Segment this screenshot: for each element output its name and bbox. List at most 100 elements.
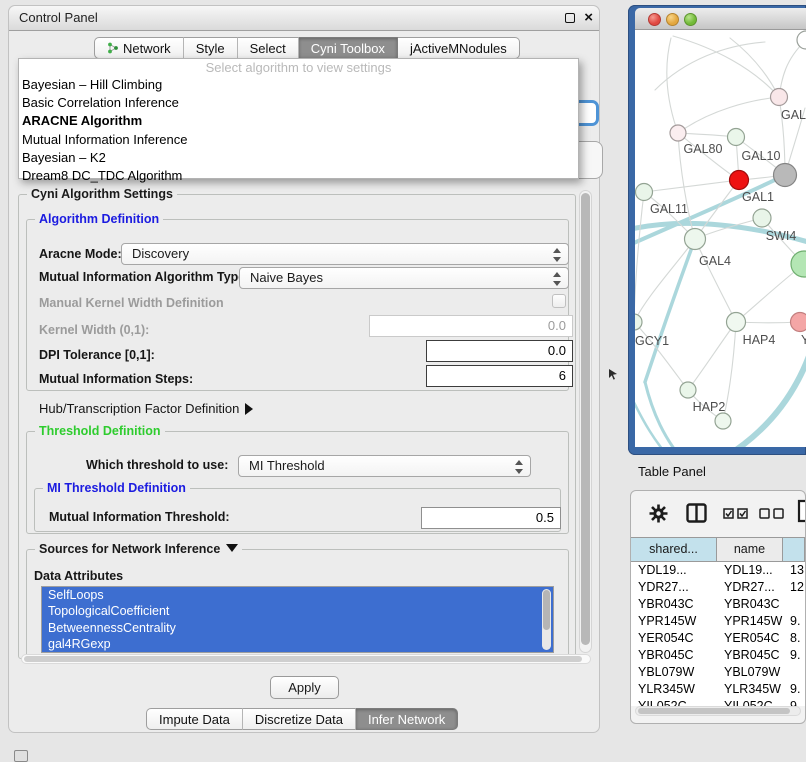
network-edge[interactable]	[635, 239, 695, 322]
mi-steps-field[interactable]: 6	[426, 365, 573, 387]
which-threshold-combo[interactable]: MI Threshold	[238, 455, 531, 477]
table-cell[interactable]: 8.	[783, 630, 805, 647]
network-edge[interactable]	[688, 322, 736, 390]
minimize-traffic-light-icon[interactable]	[666, 13, 679, 26]
table-row[interactable]: YIL052CYIL052C9	[631, 698, 805, 706]
hub-section-toggle[interactable]: Hub/Transcription Factor Definition	[39, 401, 253, 416]
network-node-y[interactable]	[791, 313, 806, 332]
network-node[interactable]	[797, 31, 806, 49]
tab-jactivemnodules[interactable]: jActiveMNodules	[398, 37, 520, 59]
sources-group-title[interactable]: Sources for Network Inference	[35, 542, 242, 556]
table-horizontal-scrollbar[interactable]	[635, 706, 801, 716]
tab-network[interactable]: Network	[94, 37, 184, 59]
algorithm-option-basic-correlation-inference[interactable]: Basic Correlation Inference	[19, 94, 578, 112]
new-table-icon[interactable]	[797, 499, 806, 523]
table-cell[interactable]: YBL079W	[717, 664, 783, 681]
network-node-gcy1[interactable]	[635, 314, 642, 330]
select-all-checkboxes-icon[interactable]	[723, 508, 749, 519]
data-attributes-list[interactable]: SelfLoopsTopologicalCoefficientBetweenne…	[41, 586, 554, 653]
attribute-item-selfloops[interactable]: SelfLoops	[42, 587, 553, 603]
table-cell[interactable]: YBR043C	[717, 596, 783, 613]
dpi-tolerance-field[interactable]: 0.0	[426, 340, 573, 362]
tab-discretize-data[interactable]: Discretize Data	[243, 708, 356, 730]
split-columns-icon[interactable]	[686, 503, 707, 523]
network-edge[interactable]	[727, 356, 806, 447]
algorithm-option-aracne-algorithm[interactable]: ARACNE Algorithm	[19, 112, 578, 130]
control-panel-titlebar[interactable]: Control Panel ×	[9, 6, 599, 31]
network-edge[interactable]	[645, 239, 695, 382]
network-canvas[interactable]: GALGAL80GAL10GAL1GAL11SWI4GAL4GCY1HAP4YH…	[635, 30, 806, 447]
table-cell[interactable]: YBL079W	[631, 664, 717, 681]
algorithm-option-mutual-information-inference[interactable]: Mutual Information Inference	[19, 131, 578, 149]
zoom-traffic-light-icon[interactable]	[684, 13, 697, 26]
table-cell[interactable]: YDL19...	[717, 562, 783, 579]
table-row[interactable]: YLR345WYLR345W9.	[631, 681, 805, 698]
network-edge[interactable]	[695, 239, 736, 322]
settings-horizontal-scrollbar[interactable]	[21, 654, 591, 664]
table-cell[interactable]: 12	[783, 579, 805, 596]
network-edge[interactable]	[678, 97, 779, 133]
table-row[interactable]: YBL079WYBL079W	[631, 664, 805, 681]
attribute-item-topologicalcoefficient[interactable]: TopologicalCoefficient	[42, 603, 553, 619]
table-cell[interactable]: YDR27...	[717, 579, 783, 596]
table-cell[interactable]: 9	[783, 698, 805, 706]
table-cell[interactable]: YDR27...	[631, 579, 717, 596]
table-cell[interactable]: YPR145W	[631, 613, 717, 630]
table-row[interactable]: YER054CYER054C8.	[631, 630, 805, 647]
deselect-all-checkboxes-icon[interactable]	[759, 508, 785, 519]
network-node-gal80[interactable]	[670, 125, 686, 141]
attribute-item-gal4rgexp[interactable]: gal4RGexp	[42, 636, 553, 652]
tab-cyni-toolbox[interactable]: Cyni Toolbox	[299, 37, 398, 59]
table-cell[interactable]	[783, 596, 805, 613]
network-edge[interactable]	[645, 382, 681, 447]
network-edge[interactable]	[730, 38, 779, 97]
kernel-width-field[interactable]: 0.0	[369, 315, 573, 337]
algorithm-option-bayesian-k2[interactable]: Bayesian – K2	[19, 149, 578, 167]
table-cell[interactable]: YBR045C	[631, 647, 717, 664]
table-row[interactable]: YBR045CYBR045C9.	[631, 647, 805, 664]
network-node[interactable]	[774, 164, 797, 187]
table-cell[interactable]: 13	[783, 562, 805, 579]
table-cell[interactable]: YER054C	[631, 630, 717, 647]
table-cell[interactable]: 9.	[783, 681, 805, 698]
table-cell[interactable]: YBR045C	[717, 647, 783, 664]
algorithm-option-bayesian-hill-climbing[interactable]: Bayesian – Hill Climbing	[19, 76, 578, 94]
table-row[interactable]: YDL19...YDL19...13	[631, 562, 805, 579]
attribute-item-betweennesscentrality[interactable]: BetweennessCentrality	[42, 620, 553, 636]
network-node-swi4[interactable]	[753, 209, 771, 227]
settings-vertical-scrollbar[interactable]	[579, 190, 592, 653]
network-edge[interactable]	[673, 36, 779, 97]
table-row[interactable]: YDR27...YDR27...12	[631, 579, 805, 596]
table-cell[interactable]: YLR345W	[717, 681, 783, 698]
table-cell[interactable]: YIL052C	[717, 698, 783, 706]
table-cell[interactable]	[783, 664, 805, 681]
tab-impute-data[interactable]: Impute Data	[146, 708, 243, 730]
attributes-list-scrollbar[interactable]	[542, 589, 551, 650]
apply-button[interactable]: Apply	[270, 676, 339, 699]
network-node-gal[interactable]	[771, 89, 788, 106]
aracne-mode-combo[interactable]: Discovery	[121, 243, 569, 265]
close-icon[interactable]: ×	[584, 9, 593, 26]
mi-type-combo[interactable]: Naive Bayes	[239, 267, 569, 289]
table-cell[interactable]: 9.	[783, 647, 805, 664]
network-node-gal10[interactable]	[728, 129, 745, 146]
tab-infer-network[interactable]: Infer Network	[356, 708, 458, 730]
column-header-name[interactable]: name	[717, 538, 783, 561]
network-edge[interactable]	[667, 38, 678, 133]
network-edge[interactable]	[635, 192, 644, 322]
table-cell[interactable]: YDL19...	[631, 562, 717, 579]
dock-panel-icon[interactable]	[14, 750, 28, 762]
close-traffic-light-icon[interactable]	[648, 13, 661, 26]
network-node-gal11[interactable]	[636, 184, 653, 201]
network-node-hap2[interactable]	[680, 382, 696, 398]
table-row[interactable]: YPR145WYPR145W9.	[631, 613, 805, 630]
table-cell[interactable]: YPR145W	[717, 613, 783, 630]
mi-threshold-field[interactable]: 0.5	[421, 507, 561, 529]
table-row[interactable]: YBR043CYBR043C	[631, 596, 805, 613]
table-cell[interactable]: 9.	[783, 613, 805, 630]
network-window-titlebar[interactable]	[635, 8, 806, 30]
network-node-gal1[interactable]	[730, 171, 749, 190]
column-header-shared[interactable]: shared...	[631, 538, 717, 561]
manual-kernel-checkbox[interactable]	[552, 294, 566, 308]
algorithm-option-dream8-dc-tdc-algorithm[interactable]: Dream8 DC_TDC Algorithm	[19, 167, 578, 185]
